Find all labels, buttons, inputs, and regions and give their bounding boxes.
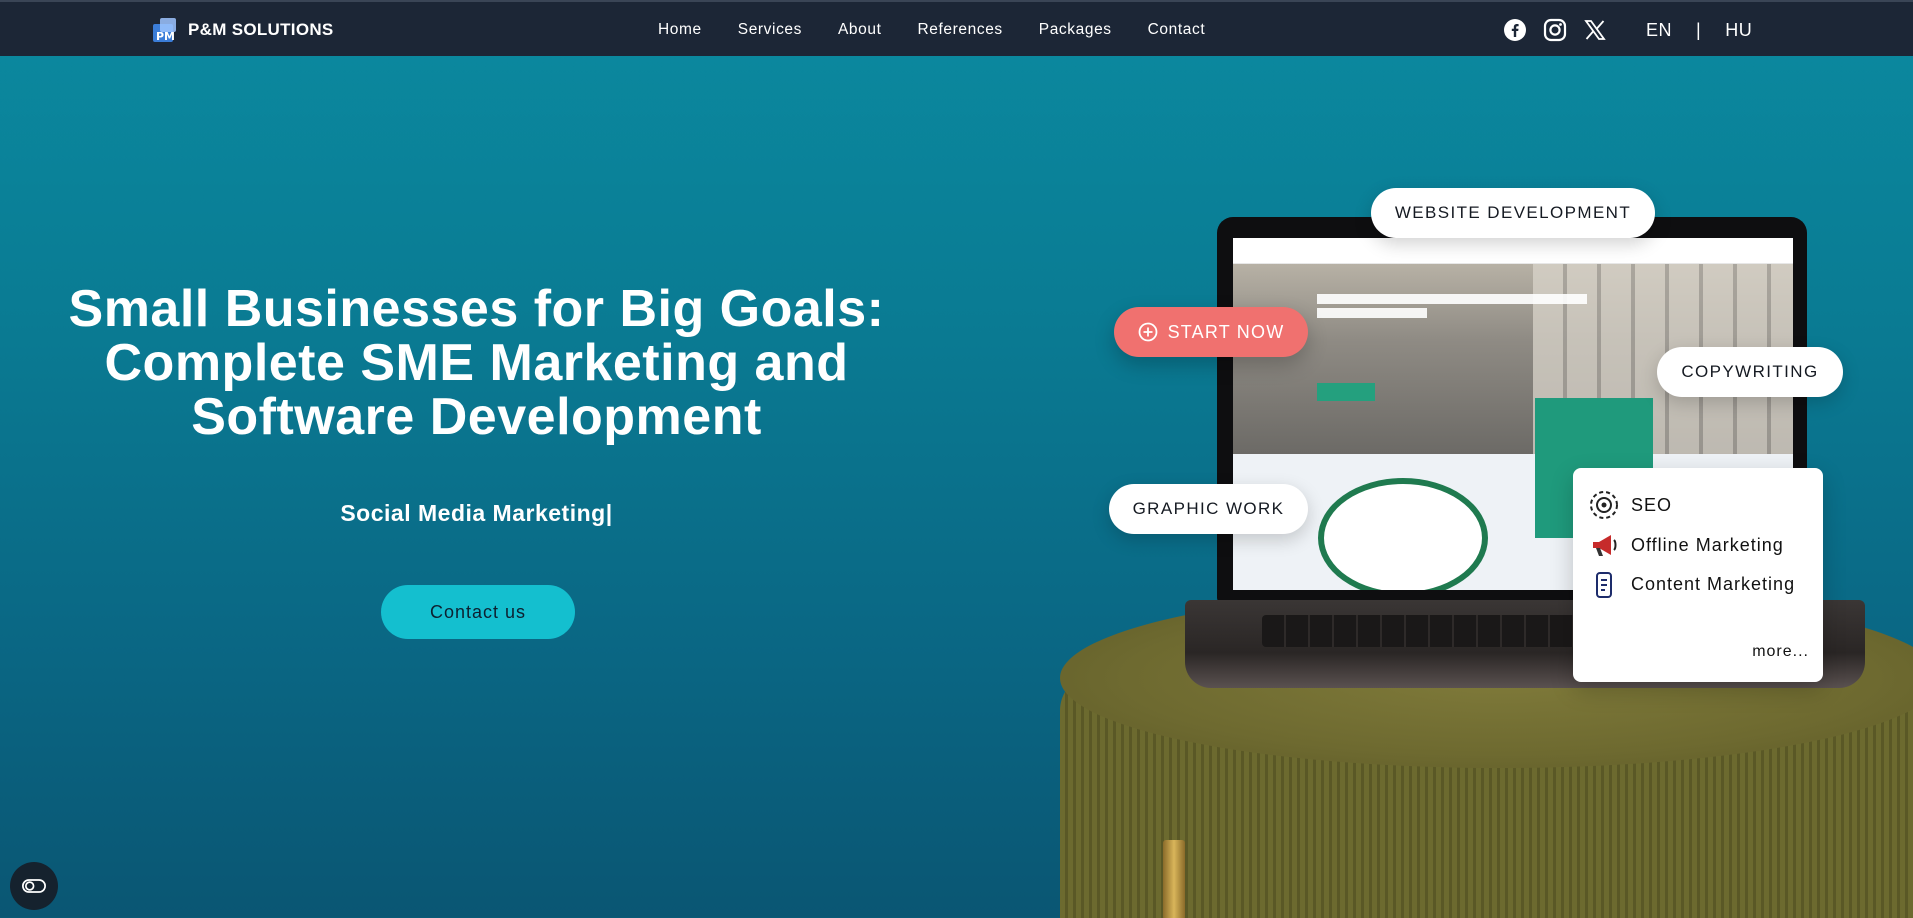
top-navbar: PM P&M SOLUTIONS Home Services About Ref… xyxy=(0,0,1913,56)
ottoman-leg xyxy=(1163,840,1185,918)
nav-about[interactable]: About xyxy=(838,21,882,39)
preview-headline xyxy=(1317,294,1587,304)
hero-typing-text: Social Media Marketing| xyxy=(340,500,613,526)
service-item-content-marketing[interactable]: Content Marketing xyxy=(1587,567,1795,601)
nav-home[interactable]: Home xyxy=(658,21,702,39)
preview-button xyxy=(1317,383,1375,401)
logo-icon: PM xyxy=(153,18,176,43)
start-now-label: START NOW xyxy=(1167,321,1285,342)
start-now-button[interactable]: START NOW xyxy=(1114,307,1308,357)
instagram-icon[interactable] xyxy=(1543,18,1567,42)
service-item-seo[interactable]: SEO xyxy=(1587,488,1672,522)
content-icon xyxy=(1587,567,1621,601)
service-label-seo: SEO xyxy=(1631,494,1673,515)
x-icon[interactable] xyxy=(1583,18,1607,42)
website-development-pill[interactable]: WEBSITE DEVELOPMENT xyxy=(1371,188,1655,238)
hero-title: Small Businesses for Big Goals: Complete… xyxy=(68,280,885,446)
graphic-work-pill[interactable]: GRAPHIC WORK xyxy=(1109,484,1308,534)
language-switcher: EN | HU xyxy=(1646,20,1752,41)
cookie-settings-button[interactable] xyxy=(10,862,58,910)
megaphone-icon xyxy=(1587,528,1621,562)
service-label-offline-marketing: Offline Marketing xyxy=(1631,534,1784,555)
seo-icon xyxy=(1587,488,1621,522)
facebook-icon[interactable] xyxy=(1503,18,1527,42)
contact-us-button[interactable]: Contact us xyxy=(381,585,575,639)
lang-separator: | xyxy=(1696,20,1702,40)
svg-text:PM: PM xyxy=(156,30,175,43)
cookie-settings-icon xyxy=(22,879,46,893)
social-links xyxy=(1503,18,1607,42)
preview-cloud-graphic xyxy=(1318,478,1488,590)
copywriting-pill[interactable]: COPYWRITING xyxy=(1657,347,1843,397)
service-label-content-marketing: Content Marketing xyxy=(1631,573,1796,594)
brand-logo[interactable]: PM P&M SOLUTIONS xyxy=(150,16,334,44)
nav-contact[interactable]: Contact xyxy=(1148,21,1206,39)
preview-nav xyxy=(1233,238,1793,264)
lang-hu[interactable]: HU xyxy=(1725,20,1752,41)
nav-packages[interactable]: Packages xyxy=(1039,21,1112,39)
main-nav: Home Services About References Packages … xyxy=(658,21,1205,39)
lang-en[interactable]: EN xyxy=(1646,20,1672,41)
plus-circle-icon xyxy=(1138,322,1157,342)
service-item-offline-marketing[interactable]: Offline Marketing xyxy=(1587,528,1784,562)
more-services-link[interactable]: more... xyxy=(1752,643,1809,661)
nav-references[interactable]: References xyxy=(918,21,1003,39)
brand-name: P&M SOLUTIONS xyxy=(188,20,334,39)
preview-headline-line xyxy=(1317,308,1427,318)
nav-services[interactable]: Services xyxy=(738,21,802,39)
services-card: SEO Offline Marketing Content Marketing … xyxy=(1573,468,1823,682)
